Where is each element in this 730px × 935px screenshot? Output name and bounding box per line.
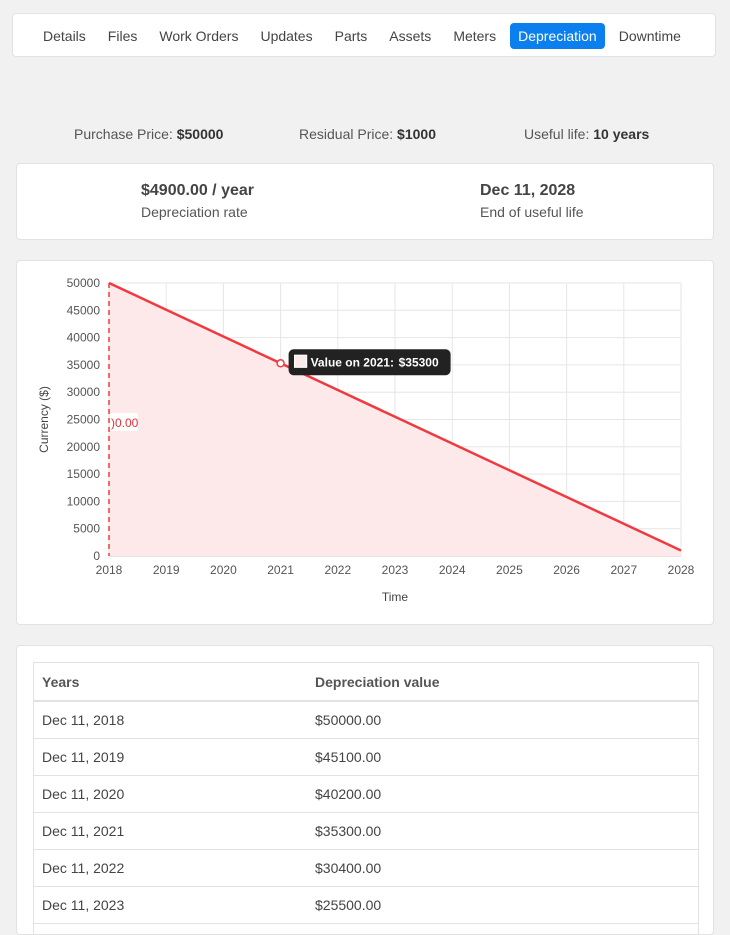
y-tick-label: 15000 (67, 467, 101, 481)
y-tick-label: 25000 (67, 413, 101, 427)
useful-life: Useful life: 10 years (524, 126, 649, 142)
cell-depreciation-value: $45100.00 (307, 739, 699, 776)
x-tick-label: 2018 (96, 563, 123, 577)
x-tick-label: 2021 (267, 563, 294, 577)
tooltip-value: $35300 (399, 355, 439, 369)
tab-meters[interactable]: Meters (445, 23, 504, 49)
y-tick-label: 30000 (67, 385, 101, 399)
table-row: Dec 11, 2022$30400.00 (34, 850, 699, 887)
table-row: Dec 11, 2018$50000.00 (34, 701, 699, 739)
depreciation-rate-value: $4900.00 / year (141, 182, 254, 200)
cell-depreciation-value: $25500.00 (307, 887, 699, 924)
x-tick-label: 2027 (610, 563, 637, 577)
residual-price: Residual Price: $1000 (299, 126, 436, 142)
x-tick-label: 2025 (496, 563, 523, 577)
cell-depreciation-value: $40200.00 (307, 776, 699, 813)
cell-depreciation-value: $30400.00 (307, 850, 699, 887)
tab-depreciation[interactable]: Depreciation (510, 23, 605, 49)
residual-price-value: $1000 (397, 126, 436, 142)
purchase-price-label: Purchase Price: (74, 126, 173, 142)
tooltip-label: Value on 2021: (311, 355, 394, 369)
tab-bar: DetailsFilesWork OrdersUpdates PartsAsset… (12, 13, 716, 57)
tab-downtime[interactable]: Downtime (611, 23, 689, 49)
x-axis-title: Time (382, 590, 409, 604)
table-row: Dec 11, 2024$20600.00 (34, 924, 699, 935)
y-axis-title: Currency ($) (37, 386, 51, 453)
x-tick-label: 2020 (210, 563, 237, 577)
tab-updates[interactable]: Updates (252, 23, 320, 49)
tabs: DetailsFilesWork OrdersUpdates PartsAsset… (35, 22, 695, 50)
cell-year: Dec 11, 2018 (34, 701, 308, 739)
cell-depreciation-value: $20600.00 (307, 924, 699, 935)
useful-life-value: 10 years (593, 126, 649, 142)
x-tick-label: 2026 (553, 563, 580, 577)
y-tick-label: 45000 (67, 303, 101, 317)
cell-year: Dec 11, 2024 (34, 924, 308, 935)
x-tick-label: 2019 (153, 563, 180, 577)
cell-year: Dec 11, 2023 (34, 887, 308, 924)
tab-parts[interactable]: Parts (327, 23, 376, 49)
tab-work-orders[interactable]: Work Orders (151, 23, 246, 49)
x-tick-label: 2022 (324, 563, 351, 577)
column-header-years[interactable]: Years (34, 663, 308, 702)
depreciation-chart: 0 5000 10000 15000 20000 25000 30000 35000 40000… (17, 261, 715, 626)
cell-depreciation-value: $35300.00 (307, 813, 699, 850)
tab-files[interactable]: Files (100, 23, 146, 49)
column-header-value[interactable]: Depreciation value (307, 663, 699, 702)
table-row: Dec 11, 2023$25500.00 (34, 887, 699, 924)
annotation-label: )0.00 (111, 416, 139, 430)
table-row: Dec 11, 2020$40200.00 (34, 776, 699, 813)
cell-depreciation-value: $50000.00 (307, 701, 699, 739)
x-tick-label: 2023 (382, 563, 409, 577)
depreciation-table: Years Depreciation value Dec 11, 2018$50… (33, 662, 699, 935)
tab-assets[interactable]: Assets (381, 23, 439, 49)
x-tick-label: 2024 (439, 563, 466, 577)
y-tick-label: 5000 (73, 522, 100, 536)
purchase-price: Purchase Price: $50000 (74, 126, 223, 142)
highlight-point (277, 360, 284, 367)
cell-year: Dec 11, 2022 (34, 850, 308, 887)
end-of-life: Dec 11, 2028 End of useful life (480, 182, 584, 220)
end-of-life-label: End of useful life (480, 204, 584, 220)
cell-year: Dec 11, 2019 (34, 739, 308, 776)
price-summary: Purchase Price: $50000 Residual Price: $… (0, 126, 730, 146)
y-tick-label: 35000 (67, 358, 101, 372)
table-row: Dec 11, 2021$35300.00 (34, 813, 699, 850)
y-tick-label: 40000 (67, 331, 101, 345)
residual-price-label: Residual Price: (299, 126, 393, 142)
depreciation-table-card: Years Depreciation value Dec 11, 2018$50… (16, 645, 714, 935)
table-row: Dec 11, 2019$45100.00 (34, 739, 699, 776)
depreciation-rate-label: Depreciation rate (141, 204, 254, 220)
x-tick-label: 2028 (668, 563, 695, 577)
cell-year: Dec 11, 2020 (34, 776, 308, 813)
table-header-row: Years Depreciation value (34, 663, 699, 702)
y-tick-label: 50000 (67, 276, 101, 290)
useful-life-label: Useful life: (524, 126, 589, 142)
cell-year: Dec 11, 2021 (34, 813, 308, 850)
tab-details[interactable]: Details (35, 23, 94, 49)
y-tick-label: 10000 (67, 494, 101, 508)
depreciation-chart-card: 0 5000 10000 15000 20000 25000 30000 35000 40000… (16, 260, 714, 625)
y-tick-label: 20000 (67, 440, 101, 454)
purchase-price-value: $50000 (177, 126, 224, 142)
end-of-life-value: Dec 11, 2028 (480, 182, 584, 200)
depreciation-rate: $4900.00 / year Depreciation rate (141, 182, 254, 220)
depreciation-summary-card: $4900.00 / year Depreciation rate Dec 11… (16, 163, 714, 240)
tooltip-swatch (295, 355, 307, 367)
y-tick-label: 0 (93, 549, 100, 563)
